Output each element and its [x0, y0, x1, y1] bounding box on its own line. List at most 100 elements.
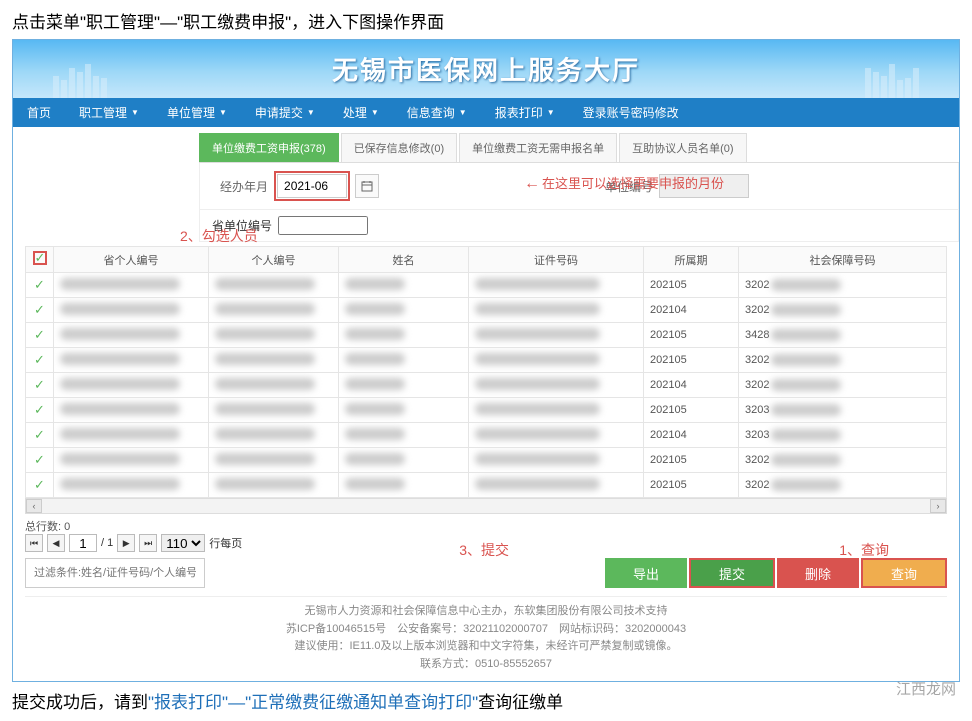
- cell-personal-id: [215, 428, 315, 440]
- row-filter-input[interactable]: [25, 558, 205, 588]
- cell-ssn: 3202: [739, 273, 947, 298]
- pager-prev[interactable]: ◀: [47, 534, 65, 552]
- nav-report-print[interactable]: 报表打印▼: [481, 98, 569, 127]
- row-checkbox[interactable]: ✓: [34, 477, 45, 492]
- chevron-down-icon: ▼: [219, 108, 227, 117]
- table-row: ✓ 2021053202: [26, 348, 947, 373]
- cell-cert: [475, 353, 600, 365]
- horizontal-scrollbar[interactable]: ‹ ›: [25, 498, 947, 514]
- cell-period: 202105: [644, 273, 739, 298]
- cell-cert: [475, 403, 600, 415]
- cell-personal-id: [215, 403, 315, 415]
- cell-ssn: 3203: [739, 423, 947, 448]
- table-row: ✓ 2021043203: [26, 423, 947, 448]
- cell-period: 202104: [644, 423, 739, 448]
- cell-name: [345, 378, 405, 390]
- table-row: ✓2021043202: [26, 298, 947, 323]
- cell-name: [345, 353, 405, 365]
- cell-name: [345, 303, 405, 315]
- col-ssn: 社会保障号码: [739, 247, 947, 273]
- col-prov-personal-id: 省个人编号: [54, 247, 209, 273]
- annotation-step1: 1、查询: [839, 540, 889, 560]
- pager-first[interactable]: ⏮: [25, 534, 43, 552]
- row-checkbox[interactable]: ✓: [34, 427, 45, 442]
- row-checkbox[interactable]: ✓: [34, 327, 45, 342]
- row-checkbox[interactable]: ✓: [34, 352, 45, 367]
- cell-personal-id: [215, 378, 315, 390]
- nav-unit[interactable]: 单位管理▼: [153, 98, 241, 127]
- filter-row-2: 省单位编号: [199, 210, 959, 242]
- nav-apply[interactable]: 申请提交▼: [241, 98, 329, 127]
- cell-name: [345, 403, 405, 415]
- cell-cert: [475, 428, 600, 440]
- col-personal-id: 个人编号: [209, 247, 339, 273]
- table-row: ✓2021053202: [26, 448, 947, 473]
- delete-button[interactable]: 删除: [777, 558, 859, 588]
- data-table-wrap: 省个人编号 个人编号 姓名 证件号码 所属期 社会保障号码 ✓202105320…: [25, 246, 947, 498]
- main-nav: 首页 职工管理▼ 单位管理▼ 申请提交▼ 处理▼ 信息查询▼ 报表打印▼ 登录账…: [13, 98, 959, 127]
- nav-employee[interactable]: 职工管理▼: [65, 98, 153, 127]
- export-button[interactable]: 导出: [605, 558, 687, 588]
- cell-name: [345, 328, 405, 340]
- cell-cert: [475, 278, 600, 290]
- select-all-checkbox[interactable]: [33, 251, 47, 265]
- prov-unit-input[interactable]: [278, 216, 368, 235]
- chevron-down-icon: ▼: [131, 108, 139, 117]
- cell-prov-id: [60, 378, 180, 390]
- filter-row-1: 经办年月 在这里可以选择需要申报的月份 单位编号: [199, 163, 959, 210]
- row-checkbox[interactable]: ✓: [34, 277, 45, 292]
- cell-period: 202105: [644, 448, 739, 473]
- instruction-top: 点击菜单"职工管理"—"职工缴费申报"，进入下图操作界面: [0, 0, 972, 39]
- scroll-left-button[interactable]: ‹: [26, 499, 42, 513]
- cell-cert: [475, 303, 600, 315]
- table-row: ✓ 2021053202: [26, 273, 947, 298]
- pager-next[interactable]: ▶: [117, 534, 135, 552]
- period-input[interactable]: [277, 174, 347, 198]
- nav-password[interactable]: 登录账号密码修改: [569, 98, 693, 127]
- cell-cert: [475, 328, 600, 340]
- cell-ssn: 3202: [739, 348, 947, 373]
- tab-declare[interactable]: 单位缴费工资申报(378): [199, 133, 339, 162]
- scroll-right-button[interactable]: ›: [930, 499, 946, 513]
- footer-line3: 建议使用：IE11.0及以上版本浏览器和中文字符集，未经许可严禁复制或镜像。: [25, 638, 947, 656]
- content-area: 单位缴费工资申报(378) 已保存信息修改(0) 单位缴费工资无需申报名单 互助…: [13, 133, 959, 681]
- calendar-icon[interactable]: [355, 174, 379, 198]
- cell-cert: [475, 478, 600, 490]
- pager-per-page: 行每页: [209, 535, 242, 551]
- app-shell: 无锡市医保网上服务大厅 首页 职工管理▼ 单位管理▼ 申请提交▼ 处理▼ 信息查…: [12, 39, 960, 682]
- row-checkbox[interactable]: ✓: [34, 302, 45, 317]
- cell-period: 202105: [644, 473, 739, 498]
- row-checkbox[interactable]: ✓: [34, 377, 45, 392]
- pager-size-select[interactable]: 110: [161, 534, 205, 552]
- pager-total: 总行数: 0: [25, 518, 947, 534]
- query-button[interactable]: 查询: [861, 558, 947, 588]
- nav-process[interactable]: 处理▼: [329, 98, 393, 127]
- chevron-down-icon: ▼: [307, 108, 315, 117]
- tab-mutual[interactable]: 互助协议人员名单(0): [619, 133, 746, 162]
- table-row: ✓2021053428: [26, 323, 947, 348]
- pager-last[interactable]: ⏭: [139, 534, 157, 552]
- cell-ssn: 3202: [739, 298, 947, 323]
- total-rows-label: 总行数: 0: [25, 518, 70, 534]
- pager-of: / 1: [101, 537, 113, 549]
- tab-no-need[interactable]: 单位缴费工资无需申报名单: [459, 133, 617, 162]
- cell-ssn: 3203: [739, 398, 947, 423]
- nav-home[interactable]: 首页: [13, 98, 65, 127]
- tab-saved-edit[interactable]: 已保存信息修改(0): [341, 133, 457, 162]
- cell-personal-id: [215, 303, 315, 315]
- chevron-down-icon: ▼: [459, 108, 467, 117]
- col-period: 所属期: [644, 247, 739, 273]
- cell-name: [345, 278, 405, 290]
- row-checkbox[interactable]: ✓: [34, 402, 45, 417]
- cell-name: [345, 478, 405, 490]
- submit-button[interactable]: 提交: [689, 558, 775, 588]
- banner-decor-left: [53, 64, 107, 98]
- cell-period: 202105: [644, 348, 739, 373]
- col-cert-no: 证件号码: [469, 247, 644, 273]
- nav-info-query[interactable]: 信息查询▼: [393, 98, 481, 127]
- pager-page-input[interactable]: [69, 534, 97, 552]
- row-checkbox[interactable]: ✓: [34, 452, 45, 467]
- cell-period: 202104: [644, 373, 739, 398]
- cell-prov-id: [60, 303, 180, 315]
- cell-ssn: 3428: [739, 323, 947, 348]
